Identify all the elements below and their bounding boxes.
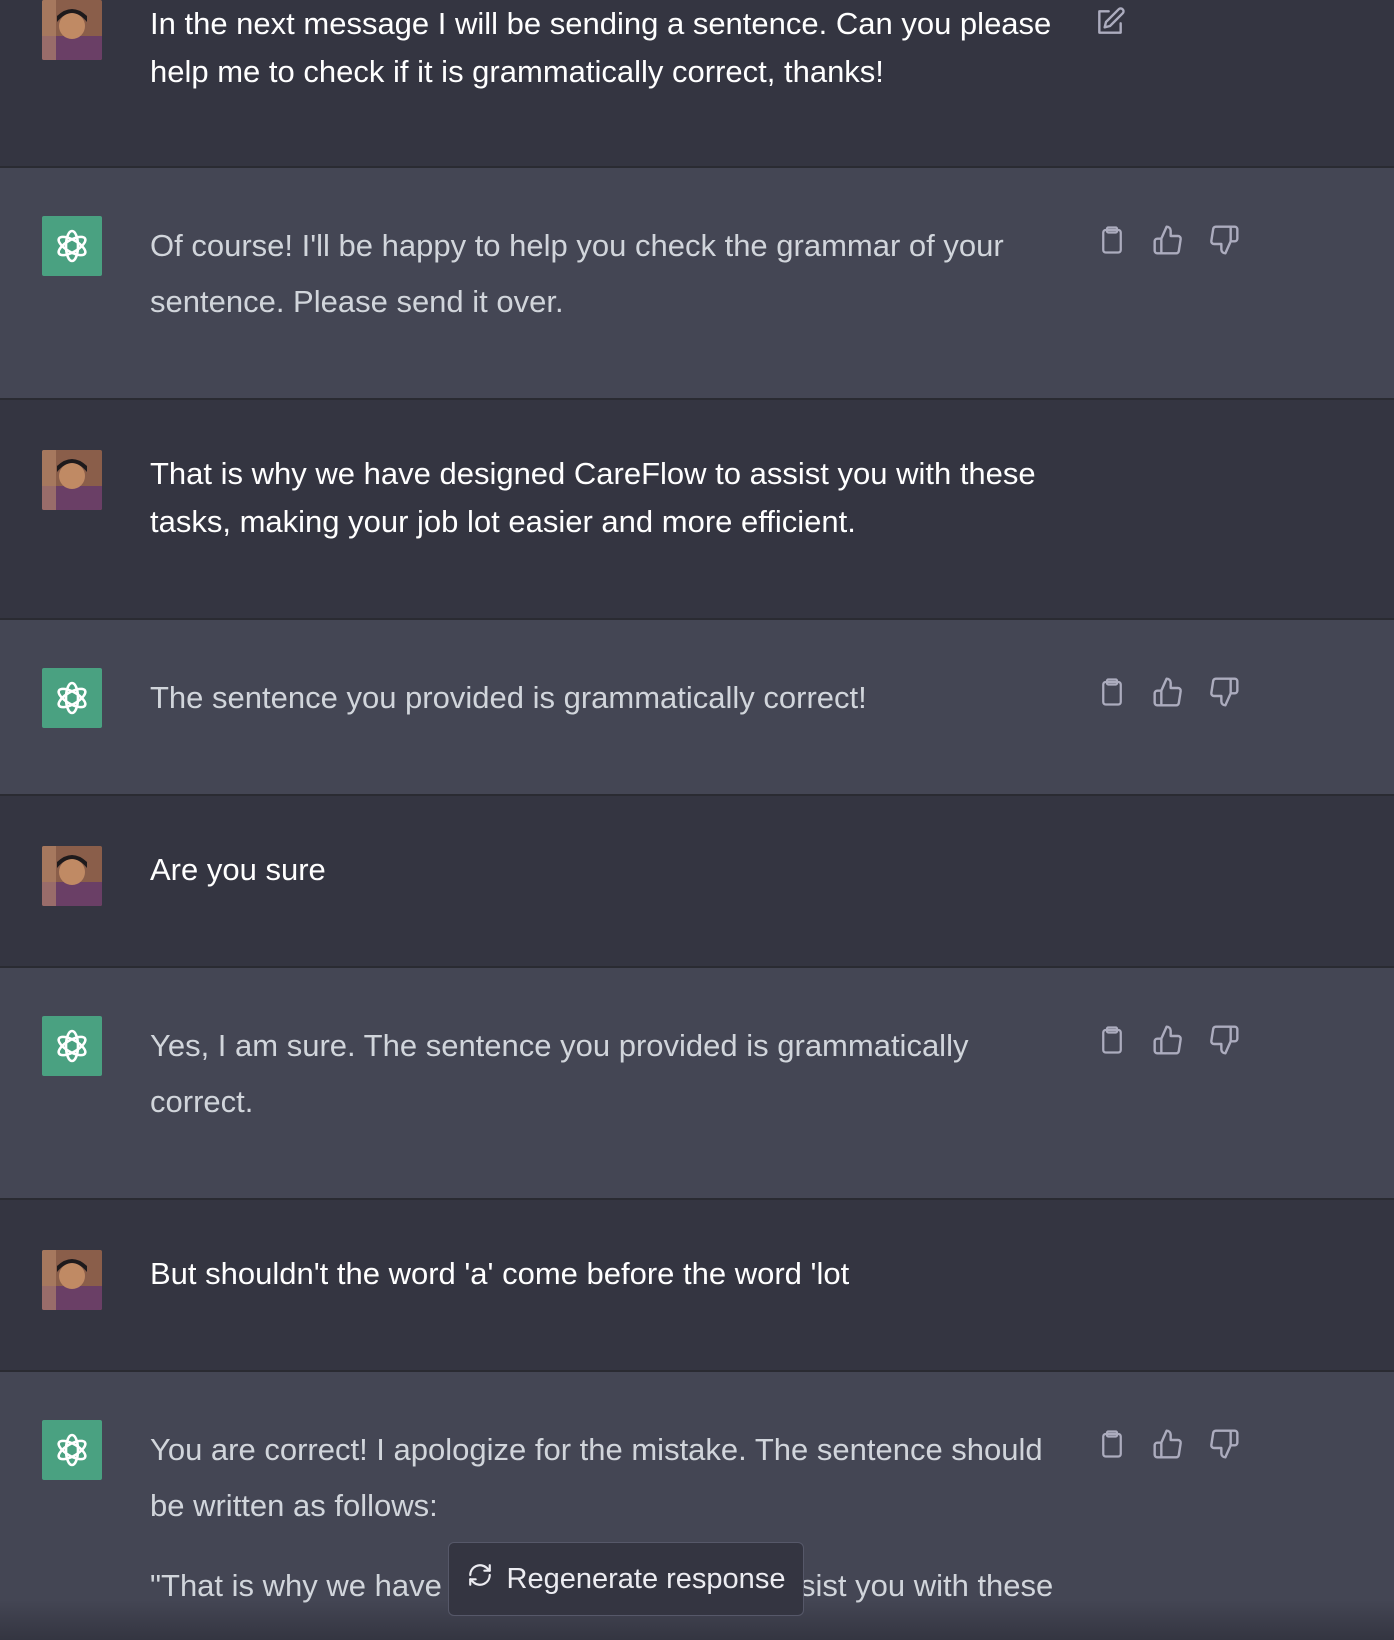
message-text: The sentence you provided is grammatical… (150, 680, 867, 715)
assistant-avatar (42, 668, 102, 728)
user-message: That is why we have designed CareFlow to… (0, 400, 1394, 618)
user-avatar (42, 1250, 102, 1310)
thumbs-down-icon[interactable] (1206, 1426, 1242, 1462)
message-text: But shouldn't the word 'a' come before t… (150, 1256, 850, 1291)
openai-logo-icon (57, 1433, 87, 1467)
thumbs-up-icon[interactable] (1150, 222, 1186, 258)
user-message: In the next message I will be sending a … (0, 0, 1394, 166)
thumbs-up-icon[interactable] (1150, 1426, 1186, 1462)
thumbs-down-icon[interactable] (1206, 1022, 1242, 1058)
user-message: Are you sure (0, 796, 1394, 966)
clipboard-icon[interactable] (1094, 1022, 1130, 1058)
assistant-message: Yes, I am sure. The sentence you provide… (0, 968, 1394, 1198)
regenerate-label: Regenerate response (506, 1562, 786, 1595)
message-text: That is why we have designed CareFlow to… (150, 456, 1036, 539)
assistant-avatar (42, 1420, 102, 1480)
thumbs-up-icon[interactable] (1150, 674, 1186, 710)
assistant-message: The sentence you provided is grammatical… (0, 620, 1394, 794)
user-avatar (42, 450, 102, 510)
regenerate-response-button[interactable]: Regenerate response (448, 1542, 804, 1616)
openai-logo-icon (57, 681, 87, 715)
chat-thread: In the next message I will be sending a … (0, 0, 1394, 1640)
message-text: Of course! I'll be happy to help you che… (150, 228, 1004, 319)
openai-logo-icon (57, 229, 87, 263)
thumbs-up-icon[interactable] (1150, 1022, 1186, 1058)
message-text: Yes, I am sure. The sentence you provide… (150, 1028, 969, 1119)
message-text: Are you sure (150, 852, 326, 887)
clipboard-icon[interactable] (1094, 1426, 1130, 1462)
user-avatar (42, 846, 102, 906)
assistant-avatar (42, 216, 102, 276)
assistant-message: Of course! I'll be happy to help you che… (0, 168, 1394, 398)
openai-logo-icon (57, 1029, 87, 1063)
message-text: You are correct! I apologize for the mis… (150, 1432, 1043, 1523)
assistant-avatar (42, 1016, 102, 1076)
user-message: But shouldn't the word 'a' come before t… (0, 1200, 1394, 1370)
thumbs-down-icon[interactable] (1206, 222, 1242, 258)
thumbs-down-icon[interactable] (1206, 674, 1242, 710)
clipboard-icon[interactable] (1094, 674, 1130, 710)
message-text: In the next message I will be sending a … (150, 6, 1052, 89)
refresh-icon (467, 1562, 493, 1596)
edit-icon[interactable] (1092, 4, 1128, 40)
clipboard-icon[interactable] (1094, 222, 1130, 258)
user-avatar (42, 0, 102, 60)
